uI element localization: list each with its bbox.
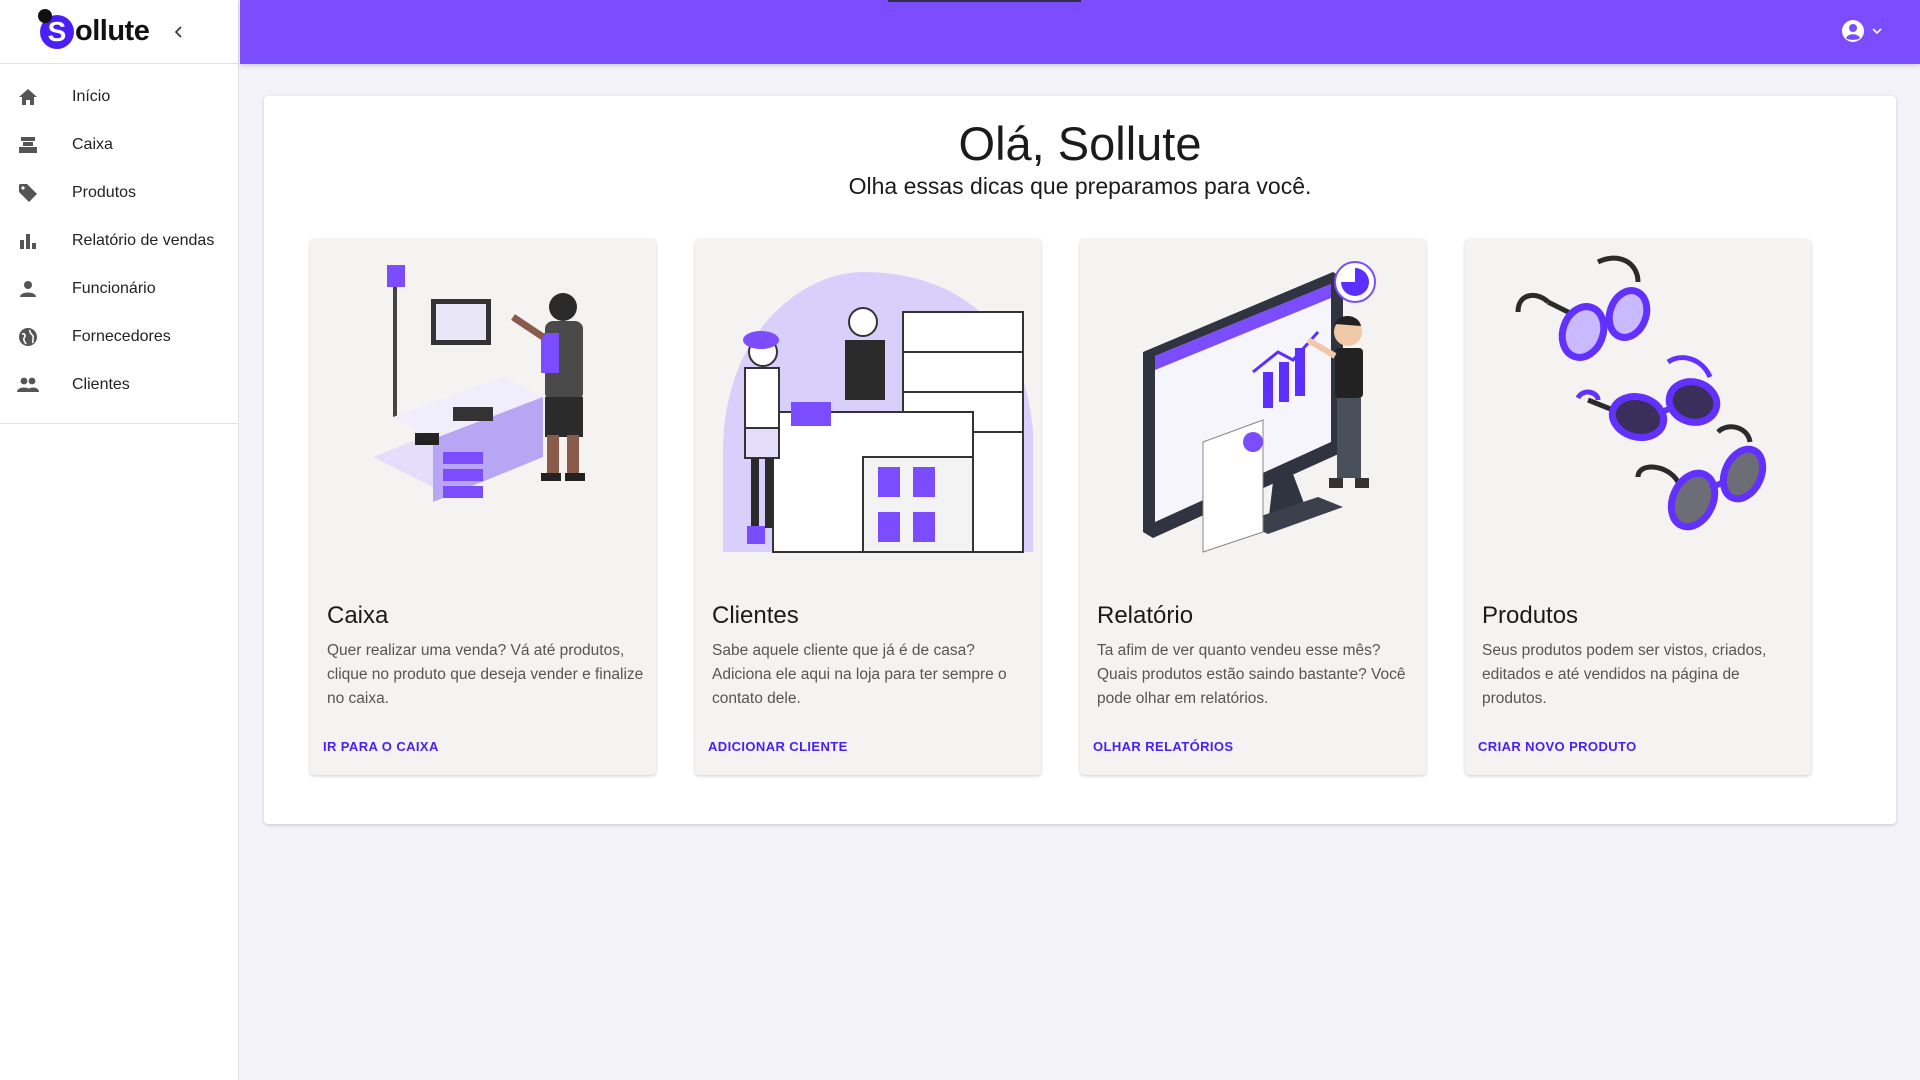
welcome-panel: Olá, Sollute Olha essas dicas que prepar… (264, 96, 1896, 824)
tag-icon (17, 182, 39, 204)
sidebar-item-caixa[interactable]: Caixa (0, 121, 238, 169)
page-subtitle: Olha essas dicas que preparamos para voc… (848, 173, 1312, 199)
sidebar-item-fornecedores[interactable]: Fornecedores (0, 313, 238, 361)
chevron-down-icon (1872, 28, 1882, 35)
sidebar-item-label: Início (72, 88, 111, 105)
globe-icon (17, 326, 39, 348)
sidebar-item-label: Fornecedores (72, 328, 171, 345)
tip-card-produtos: Produtos Seus produtos podem ser vistos,… (1465, 239, 1811, 775)
tip-card-caixa: Caixa Quer realizar uma venda? Vá até pr… (310, 239, 656, 775)
user-menu-button[interactable] (1841, 19, 1883, 43)
tip-description: Sabe aquele cliente que já é de casa? Ad… (712, 642, 1007, 707)
logo-dot (38, 8, 52, 23)
collapse-sidebar-button[interactable] (169, 22, 189, 42)
brand: S ollute (0, 0, 238, 64)
sidebar-item-label: Relatório de vendas (72, 232, 215, 249)
tip-title: Produtos (1482, 602, 1579, 629)
tip-card-relatorio: Relatório Ta afim de ver quanto vendeu e… (1080, 239, 1426, 775)
people-icon (17, 374, 39, 396)
sidebar-item-relatorio[interactable]: Relatório de vendas (0, 217, 238, 265)
tip-card-clientes: Clientes Sabe aquele cliente que já é de… (695, 239, 1041, 775)
logo[interactable]: S ollute (38, 8, 150, 49)
home-icon (17, 86, 39, 108)
sidebar-item-label: Funcionário (72, 280, 156, 297)
tips-grid: Caixa Quer realizar uma venda? Vá até pr… (310, 239, 1811, 775)
tip-description: Seus produtos podem ser vistos, criados,… (1482, 642, 1767, 707)
top-bar-indicator (888, 0, 1081, 2)
sidebar-item-clientes[interactable]: Clientes (0, 361, 238, 409)
sidebar-item-label: Produtos (72, 184, 137, 201)
chevron-left-icon (175, 25, 182, 38)
sidebar-item-produtos[interactable]: Produtos (0, 169, 238, 217)
account-circle-icon (1842, 20, 1864, 42)
report-dashboard-illustration (1080, 239, 1426, 575)
tip-title: Relatório (1097, 602, 1194, 629)
add-customer-button[interactable]: ADICIONAR CLIENTE (708, 739, 848, 754)
store-customer-illustration (695, 239, 1041, 575)
create-product-button[interactable]: CRIAR NOVO PRODUTO (1478, 739, 1637, 754)
sidebar-item-label: Clientes (72, 376, 130, 393)
sidebar-item-inicio[interactable]: Início (0, 73, 238, 121)
tip-title: Clientes (712, 602, 799, 629)
bar-chart-icon (17, 230, 39, 252)
cash-register-icon (17, 134, 39, 156)
sidebar-item-funcionario[interactable]: Funcionário (0, 265, 238, 313)
sidebar-nav: Início Caixa Produtos Relatório de venda… (0, 64, 238, 424)
tip-title: Caixa (327, 602, 389, 629)
tip-description: Quer realizar uma venda? Vá até produtos… (327, 642, 644, 707)
sunglasses-illustration (1465, 239, 1811, 575)
view-reports-button[interactable]: OLHAR RELATÓRIOS (1093, 739, 1234, 754)
tip-description: Ta afim de ver quanto vendeu esse mês? Q… (1097, 642, 1406, 707)
sidebar-item-label: Caixa (72, 136, 113, 153)
person-icon (17, 278, 39, 300)
sidebar: S ollute Início Caixa Produtos Relatório… (0, 0, 239, 1080)
page-title: Olá, Sollute (958, 117, 1202, 170)
cashier-illustration (310, 239, 656, 575)
logo-text: ollute (75, 15, 150, 47)
go-to-cashier-button[interactable]: IR PARA O CAIXA (323, 739, 439, 754)
top-bar (240, 0, 1920, 64)
